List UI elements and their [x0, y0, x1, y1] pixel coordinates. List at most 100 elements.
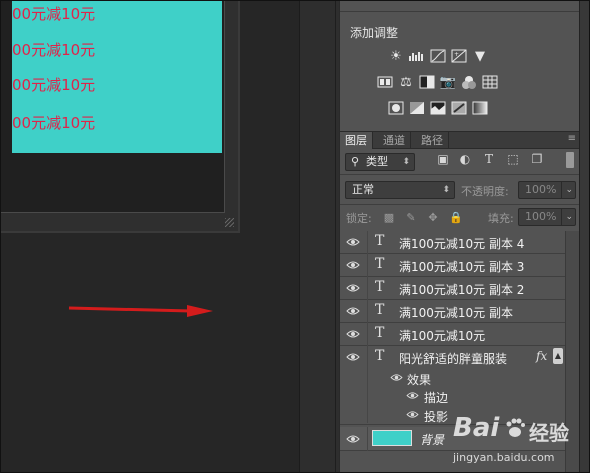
photo-filter-icon[interactable]: 📷: [440, 74, 456, 90]
shape-filter-icon[interactable]: ⬚: [506, 152, 520, 166]
hue-saturation-icon[interactable]: [377, 74, 393, 90]
canvas-image: 00元减10元 00元减10元 00元减10元 00元减10元: [12, 1, 222, 153]
exposure-icon[interactable]: +: [451, 48, 467, 64]
opacity-input[interactable]: 100% ⌄: [518, 181, 576, 199]
eye-icon[interactable]: [346, 260, 360, 270]
text-layer-icon: T: [375, 279, 385, 295]
layer-row[interactable]: T 阳光舒适的胖童服装 fx ▲: [340, 346, 565, 369]
watermark-brand: Bai: [453, 413, 500, 443]
layer-name: 满100元减10元 副本: [399, 306, 513, 320]
layer-filter-kind: 类型: [366, 155, 388, 168]
panel-menu-icon[interactable]: ≡: [568, 133, 576, 144]
lock-all-icon[interactable]: 🔒: [449, 212, 463, 224]
lock-position-icon[interactable]: ✥: [427, 212, 439, 224]
layer-filter-select[interactable]: ⚲ 类型 ⬍: [345, 153, 415, 171]
blend-mode-select[interactable]: 正常 ⬍: [345, 181, 455, 199]
layer-name: 满100元减10元: [399, 329, 486, 343]
layer-row[interactable]: T 满100元减10元 副本 3: [340, 254, 565, 277]
svg-text:+: +: [454, 51, 459, 58]
adjustments-row-2: ⚖ 📷: [377, 74, 498, 90]
layer-row[interactable]: T 满100元减10元 副本: [340, 300, 565, 323]
selective-color-icon[interactable]: [451, 100, 467, 116]
watermark-url: jingyan.baidu.com: [453, 451, 555, 464]
layer-row[interactable]: T 满100元减10元: [340, 323, 565, 346]
effects-row[interactable]: 效果: [340, 369, 565, 387]
red-arrow-icon: [68, 305, 213, 317]
panel-dock-strip: [299, 1, 339, 472]
promo-text-3: 00元减10元: [12, 76, 96, 94]
resize-grip-icon[interactable]: [225, 218, 234, 227]
layer-name: 满100元减10元 副本 3: [399, 260, 525, 274]
fill-input[interactable]: 100% ⌄: [518, 208, 576, 226]
eye-icon[interactable]: [390, 373, 403, 382]
channel-mixer-icon[interactable]: [461, 74, 477, 90]
lock-transparent-icon[interactable]: ▩: [383, 212, 395, 224]
color-lookup-icon[interactable]: [482, 74, 498, 90]
type-filter-icon[interactable]: T: [482, 152, 496, 166]
invert-icon[interactable]: [388, 100, 404, 116]
text-layer-icon: T: [375, 233, 385, 249]
layer-row[interactable]: T 满100元减10元 副本 4: [340, 231, 565, 254]
promo-text-1: 00元减10元: [12, 5, 96, 23]
effect-stroke: 描边: [424, 391, 449, 405]
fill-label: 填充:: [488, 212, 514, 225]
eye-icon[interactable]: [346, 329, 360, 339]
fill-value: 100%: [525, 210, 557, 223]
tab-channels[interactable]: 通道: [378, 132, 411, 149]
brightness-icon[interactable]: ☀: [388, 48, 404, 64]
filter-toggle[interactable]: [566, 152, 574, 168]
adjustments-panel: 添加调整 ☀ + ▼ ⚖ 📷: [340, 11, 580, 125]
effect-drop-shadow: 投影: [424, 410, 449, 424]
adjustments-row-1: ☀ + ▼: [388, 48, 488, 64]
effect-row[interactable]: 描边: [340, 387, 565, 405]
eye-icon[interactable]: [406, 410, 419, 419]
lock-image-icon[interactable]: ✎: [405, 212, 417, 224]
paw-icon: [506, 418, 525, 437]
curves-icon[interactable]: [430, 48, 446, 64]
smart-object-filter-icon[interactable]: ❐: [530, 152, 544, 166]
text-layer-icon: T: [375, 256, 385, 272]
adjustment-filter-icon[interactable]: ◐: [458, 152, 472, 166]
eye-icon[interactable]: [346, 306, 360, 316]
vibrance-icon[interactable]: ▼: [472, 48, 488, 64]
tab-layers[interactable]: 图层: [340, 132, 373, 149]
threshold-icon[interactable]: [430, 100, 446, 116]
layer-name: 阳光舒适的胖童服装: [399, 352, 508, 366]
posterize-icon[interactable]: [409, 100, 425, 116]
pixel-filter-icon[interactable]: ▣: [436, 152, 450, 166]
text-layer-icon: T: [375, 348, 385, 364]
gradient-map-icon[interactable]: [472, 100, 488, 116]
promo-text-4: 00元减10元: [12, 114, 96, 132]
chevron-down-icon[interactable]: ⌄: [561, 209, 573, 225]
promo-text-2: 00元减10元: [12, 41, 96, 59]
document-canvas[interactable]: 00元减10元 00元减10元 00元减10元 00元减10元: [1, 1, 225, 213]
collapse-effects-icon[interactable]: ▲: [553, 348, 563, 364]
chevron-updown-icon: ⬍: [402, 157, 410, 167]
dock-edge: [579, 1, 589, 472]
opacity-value: 100%: [525, 183, 557, 196]
canvas-area[interactable]: 00元减10元 00元减10元 00元减10元 00元减10元: [1, 1, 299, 472]
layer-effects-badge[interactable]: fx: [536, 349, 547, 363]
levels-icon[interactable]: [409, 48, 425, 64]
eye-icon[interactable]: [406, 391, 419, 400]
chevron-updown-icon: ⬍: [442, 185, 450, 195]
layer-row[interactable]: T 满100元减10元 副本 2: [340, 277, 565, 300]
adjustments-row-3: [388, 100, 488, 116]
watermark-suffix: 经验: [529, 421, 569, 445]
eye-icon[interactable]: [346, 283, 360, 293]
layer-name: 满100元减10元 副本 4: [399, 237, 525, 251]
black-white-icon[interactable]: [419, 74, 435, 90]
eye-icon[interactable]: [346, 237, 360, 247]
baidu-watermark: Bai 经验 jingyan.baidu.com: [449, 409, 589, 471]
eye-icon[interactable]: [346, 434, 360, 444]
color-balance-icon[interactable]: ⚖: [398, 74, 414, 90]
layer-thumbnail: [372, 430, 412, 446]
layer-name: 满100元减10元 副本 2: [399, 283, 525, 297]
eye-icon[interactable]: [346, 352, 360, 362]
tab-paths[interactable]: 路径: [416, 132, 449, 149]
right-panels: 添加调整 ☀ + ▼ ⚖ 📷 图层 通道 路径 ≡ ⚲ 类型 ⬍ ▣ ◐ T ⬚…: [339, 1, 580, 472]
document-window[interactable]: 00元减10元 00元减10元 00元减10元 00元减10元: [1, 1, 240, 233]
search-icon: ⚲: [351, 155, 360, 168]
photoshop-window: 00元减10元 00元减10元 00元减10元 00元减10元 添加调整 ☀ +…: [0, 0, 590, 473]
chevron-down-icon[interactable]: ⌄: [561, 182, 573, 198]
